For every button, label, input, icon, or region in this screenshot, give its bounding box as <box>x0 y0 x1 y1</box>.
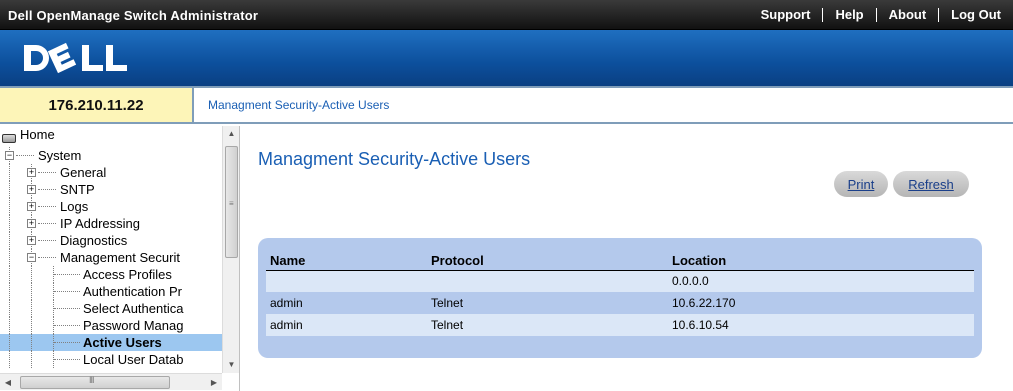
tree-line <box>31 317 32 334</box>
column-header-protocol: Protocol <box>427 246 668 271</box>
tree-line <box>54 342 80 343</box>
support-link[interactable]: Support <box>749 8 823 22</box>
tree-line <box>38 240 56 241</box>
switch-ip-address: 176.210.11.22 <box>0 88 194 122</box>
tree-line <box>9 232 10 249</box>
cell-location: 0.0.0.0 <box>668 270 974 292</box>
top-links: Support Help About Log Out <box>749 0 1013 30</box>
scroll-right-arrow-icon[interactable]: ▶ <box>206 374 222 391</box>
collapse-icon[interactable]: − <box>5 151 14 160</box>
tree-line <box>9 334 10 351</box>
tree-line <box>54 308 80 309</box>
logout-link[interactable]: Log Out <box>938 8 1013 22</box>
tree-line <box>31 266 32 283</box>
info-bar: 176.210.11.22 Managment Security-Active … <box>0 86 1013 124</box>
scroll-thumb[interactable]: ≡ <box>225 146 238 258</box>
nav-item-authentication-profiles[interactable]: Authentication Pr <box>0 283 222 300</box>
nav-tree: Home − System + General + SNTP + Logs + … <box>0 130 222 368</box>
cell-location: 10.6.22.170 <box>672 296 736 310</box>
scroll-down-arrow-icon[interactable]: ▼ <box>223 357 239 373</box>
table-row: admin Telnet 10.6.22.170 <box>266 292 974 314</box>
tree-line <box>54 325 80 326</box>
app-title: Dell OpenManage Switch Administrator <box>8 8 259 23</box>
home-icon <box>2 134 16 143</box>
nav-horizontal-scrollbar[interactable]: ◀ III ▶ <box>0 373 222 390</box>
page-title: Managment Security-Active Users <box>258 149 531 169</box>
nav-tree-panel: Home − System + General + SNTP + Logs + … <box>0 126 240 391</box>
nav-item-management-security[interactable]: − Management Securit <box>0 249 222 266</box>
grip-icon: III <box>89 375 94 385</box>
scroll-thumb-horizontal[interactable]: III <box>20 375 170 389</box>
cell-protocol: Telnet <box>427 314 668 336</box>
dell-logo <box>24 42 127 74</box>
tree-line <box>31 351 32 368</box>
nav-item-ip-addressing[interactable]: + IP Addressing <box>0 215 222 232</box>
nav-item-password-management[interactable]: Password Manag <box>0 317 222 334</box>
expand-icon[interactable]: + <box>27 219 36 228</box>
nav-item-sntp[interactable]: + SNTP <box>0 181 222 198</box>
tree-line <box>38 257 56 258</box>
scroll-up-arrow-icon[interactable]: ▲ <box>223 126 239 142</box>
nav-item-logs[interactable]: + Logs <box>0 198 222 215</box>
cell-protocol <box>427 270 668 292</box>
tree-line <box>38 223 56 224</box>
cell-location: 10.6.10.54 <box>668 314 974 336</box>
scroll-left-arrow-icon[interactable]: ◀ <box>0 374 16 391</box>
tree-line <box>9 249 10 266</box>
tree-line <box>38 172 56 173</box>
print-button[interactable]: Print <box>834 171 888 197</box>
tree-line <box>16 155 34 156</box>
brand-band <box>0 30 1013 86</box>
tree-line <box>31 283 32 300</box>
nav-item-local-user-database[interactable]: Local User Datab <box>0 351 222 368</box>
expand-icon[interactable]: + <box>27 185 36 194</box>
cell-name: admin <box>266 314 427 336</box>
nav-item-general[interactable]: + General <box>0 164 222 181</box>
tree-line <box>9 181 10 198</box>
tree-line <box>38 206 56 207</box>
nav-item-diagnostics[interactable]: + Diagnostics <box>0 232 222 249</box>
nav-item-select-authentication[interactable]: Select Authentica <box>0 300 222 317</box>
nav-item-access-profiles[interactable]: Access Profiles <box>0 266 222 283</box>
grip-icon: ≡ <box>229 199 234 208</box>
tree-line <box>31 334 32 351</box>
expand-icon[interactable]: + <box>27 202 36 211</box>
tree-line <box>38 189 56 190</box>
cell-name <box>266 270 427 292</box>
active-users-table: Name Protocol Location 0.0.0.0 admin Tel… <box>266 246 974 336</box>
breadcrumb[interactable]: Managment Security-Active Users <box>208 98 389 112</box>
tree-line <box>54 291 80 292</box>
expand-icon[interactable]: + <box>27 168 36 177</box>
nav-item-active-users[interactable]: Active Users <box>0 334 222 351</box>
column-header-location: Location <box>668 246 974 271</box>
about-link[interactable]: About <box>875 8 939 22</box>
tree-line <box>9 215 10 232</box>
tree-line <box>9 317 10 334</box>
nav-item-home[interactable]: Home <box>0 130 222 147</box>
cell-protocol: Telnet <box>431 296 464 310</box>
column-header-name: Name <box>266 246 427 271</box>
expand-icon[interactable]: + <box>27 236 36 245</box>
nav-vertical-scrollbar[interactable]: ▲ ≡ ▼ <box>222 126 239 373</box>
tree-line <box>54 274 80 275</box>
tree-line <box>9 351 10 368</box>
tree-line <box>54 359 80 360</box>
tree-line <box>9 198 10 215</box>
tree-line <box>9 283 10 300</box>
top-bar: Dell OpenManage Switch Administrator Sup… <box>0 0 1013 30</box>
tree-line <box>9 164 10 181</box>
tree-line <box>9 300 10 317</box>
tree-line <box>31 300 32 317</box>
help-link[interactable]: Help <box>822 8 875 22</box>
cell-name: admin <box>270 296 303 310</box>
nav-item-system[interactable]: − System <box>0 147 222 164</box>
tree-line <box>9 266 10 283</box>
table-header-row: Name Protocol Location <box>266 246 974 271</box>
table-row: 0.0.0.0 <box>266 270 974 292</box>
collapse-icon[interactable]: − <box>27 253 36 262</box>
refresh-button[interactable]: Refresh <box>893 171 969 197</box>
table-row: admin Telnet 10.6.10.54 <box>266 314 974 336</box>
active-users-panel: Name Protocol Location 0.0.0.0 admin Tel… <box>258 238 982 358</box>
